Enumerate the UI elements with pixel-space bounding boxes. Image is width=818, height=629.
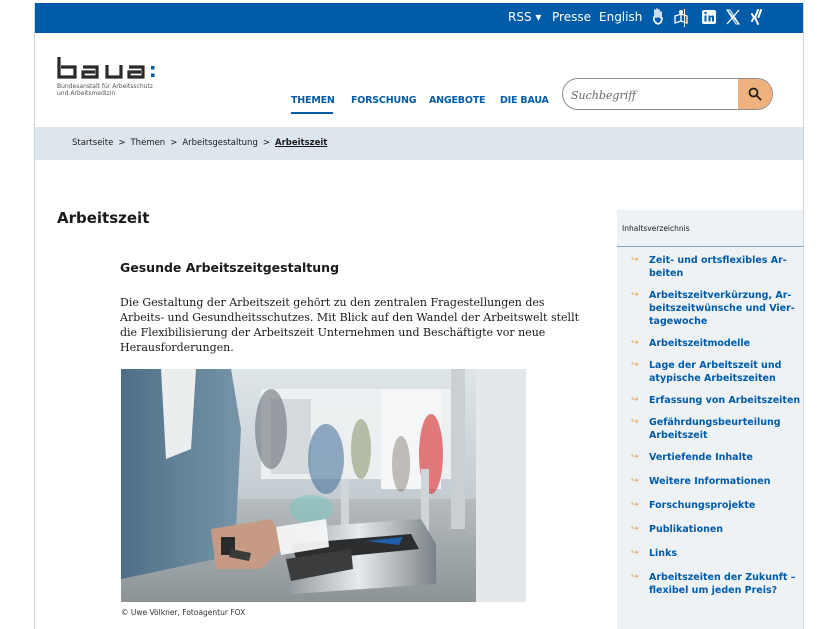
arrow-right-icon: ↪ (631, 395, 639, 405)
easy-language-icon[interactable] (673, 8, 691, 26)
toc-item[interactable]: ↪ Weitere Informationen (617, 475, 803, 488)
article-photo (121, 369, 526, 602)
arrow-right-icon: ↪ (631, 360, 639, 370)
toc-item-label: Vertiefende Inhalte (649, 452, 753, 463)
toc-item[interactable]: ↪ Gefährdungsbeurteilung Ar­beitszeit (617, 416, 803, 442)
breadcrumb-current[interactable]: Arbeitszeit (275, 138, 327, 148)
toc-item[interactable]: ↪ Arbeitszeiten der Zukunft – flexibel um… (617, 571, 803, 597)
linkedin-icon[interactable] (701, 8, 719, 26)
search-box (562, 78, 773, 110)
breadcrumb-separator: > (170, 138, 178, 148)
toc-item[interactable]: ↪ Publikationen (617, 523, 803, 536)
presse-link[interactable]: Presse (552, 10, 591, 24)
logo-subtitle-line1: Bundesanstalt für Arbeitsschutz (57, 83, 153, 90)
baua-logo[interactable]: Bundesanstalt für Arbeitsschutz und Arbe… (57, 53, 177, 97)
section-heading: Gesunde Arbeitszeitgestaltung (120, 260, 340, 275)
toc-item-label: Arbeitszeitverkürzung, Ar­beitszeitwünsc… (649, 290, 795, 327)
arrow-right-icon: ↪ (631, 500, 639, 510)
xing-icon[interactable] (749, 8, 767, 26)
search-button[interactable] (738, 79, 772, 109)
breadcrumb-separator: > (262, 138, 270, 148)
arrow-right-icon: ↪ (631, 452, 639, 462)
toc-list: ↪ Zeit- und ortsflexibles Ar­beiten ↪ Arbe… (617, 254, 803, 608)
nav-die-baua[interactable]: DIE BAUA (500, 95, 549, 106)
arrow-right-icon: ↪ (631, 255, 639, 265)
toc-item-label: Links (649, 548, 678, 559)
toc-item[interactable]: ↪ Arbeitszeitverkürzung, Ar­beitszeitwüns… (617, 289, 803, 328)
search-icon (748, 87, 762, 101)
toc-item[interactable]: ↪ Vertiefende Inhalte (617, 451, 803, 464)
logo-mark (57, 57, 155, 79)
rss-menu[interactable]: RSS ▾ (508, 10, 541, 24)
photo-caption: © Uwe Völkner, Fotoagentur FOX (121, 608, 246, 617)
toc-heading: Inhaltsverzeichnis (622, 224, 690, 233)
toc-item-label: Lage der Arbeitszeit und atypische Arbei… (649, 360, 782, 384)
arrow-right-icon: ↪ (631, 290, 639, 300)
toc-item[interactable]: ↪ Arbeitszeitmodelle (617, 337, 803, 350)
top-bar: RSS ▾ Presse English (35, 3, 803, 33)
search-input[interactable] (571, 85, 731, 105)
breadcrumb-item-startseite[interactable]: Startseite (72, 138, 113, 148)
toc-item-label: Arbeitszeitmodelle (649, 338, 751, 349)
logo-subtitle: Bundesanstalt für Arbeitsschutz und Arbe… (57, 83, 177, 97)
breadcrumb-bar: Startseite > Themen > Arbeitsgestaltung > Arbe… (35, 127, 803, 160)
sign-language-icon[interactable] (650, 8, 668, 26)
toc-item[interactable]: ↪ Links (617, 547, 803, 560)
arrow-right-icon: ↪ (631, 548, 639, 558)
toc-item-label: Gefährdungsbeurteilung Ar­beitszeit (649, 417, 781, 441)
breadcrumb: Startseite > Themen > Arbeitsgestaltung > Arbe… (72, 138, 327, 148)
toc-item-label: Zeit- und ortsflexibles Ar­beiten (649, 255, 787, 279)
logo-subtitle-line2: und Arbeitsmedizin (57, 90, 116, 97)
nav-forschung[interactable]: FORSCHUNG (351, 95, 417, 106)
nav-themen[interactable]: THEMEN (291, 95, 335, 106)
topbar-divider (684, 9, 685, 27)
toc-item[interactable]: ↪ Erfassung von Arbeitszeiten (617, 394, 803, 407)
breadcrumb-item-arbeitsgestaltung[interactable]: Arbeitsgestaltung (182, 138, 258, 148)
arrow-right-icon: ↪ (631, 572, 639, 582)
nav-angebote[interactable]: ANGEBOTE (429, 95, 485, 106)
toc-header: Inhaltsverzeichnis (617, 210, 803, 247)
browser-page: RSS ▾ Presse English Bundesanstalt für A… (34, 3, 804, 629)
nav-active-indicator (291, 112, 333, 114)
breadcrumb-item-themen[interactable]: Themen (130, 138, 165, 148)
page-title: Arbeitszeit (57, 209, 150, 227)
arrow-right-icon: ↪ (631, 417, 639, 427)
english-link[interactable]: English (599, 10, 642, 24)
toc-item[interactable]: ↪ Zeit- und ortsflexibles Ar­beiten (617, 254, 803, 280)
table-of-contents: Inhaltsverzeichnis ↪ Zeit- und ortsflexib… (617, 210, 803, 629)
arrow-right-icon: ↪ (631, 524, 639, 534)
x-twitter-icon[interactable] (725, 8, 743, 26)
toc-item-label: Forschungsprojekte (649, 500, 756, 511)
toc-item-label: Publikationen (649, 524, 724, 535)
toc-item[interactable]: ↪ Forschungsprojekte (617, 499, 803, 512)
intro-paragraph: Die Gestaltung der Arbeitszeit gehört zu… (120, 296, 580, 354)
toc-item-label: Weitere Informationen (649, 476, 771, 487)
toc-item-label: Arbeitszeiten der Zukunft – flexibel um … (649, 572, 796, 596)
arrow-right-icon: ↪ (631, 476, 639, 486)
toc-item-label: Erfassung von Arbeitszeiten (649, 395, 801, 406)
arrow-right-icon: ↪ (631, 338, 639, 348)
toc-item[interactable]: ↪ Lage der Arbeitszeit und atypische Arbe… (617, 359, 803, 385)
breadcrumb-separator: > (118, 138, 126, 148)
